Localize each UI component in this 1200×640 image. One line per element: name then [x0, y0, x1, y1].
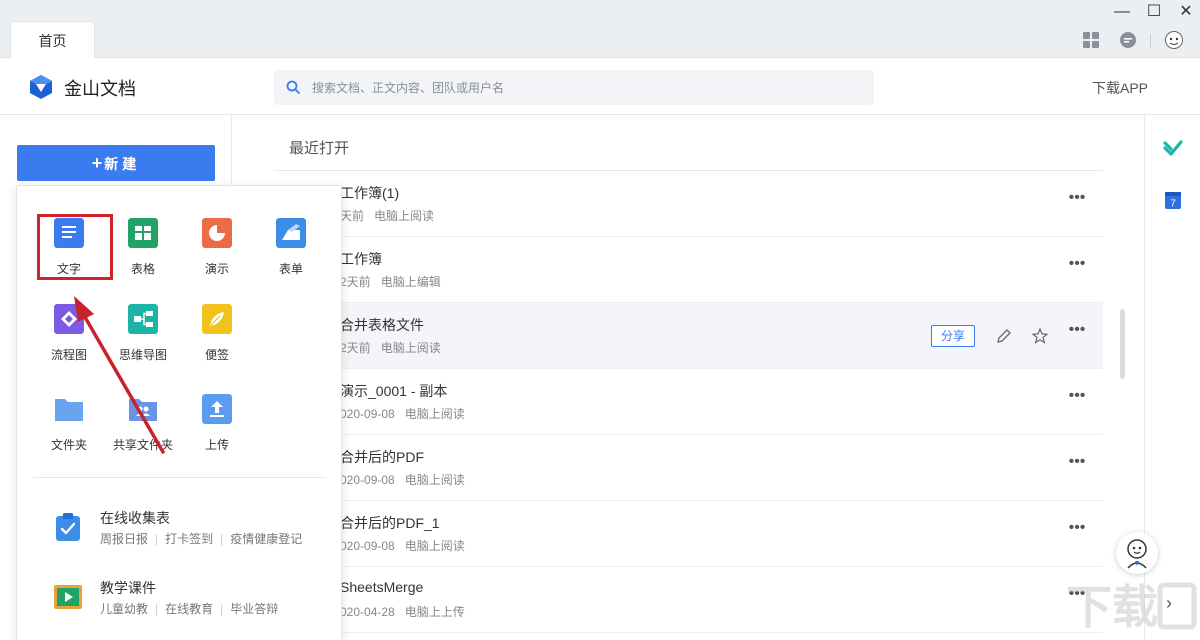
template-subitems: 儿童幼教 | 在线教育 | 毕业答辩: [100, 602, 279, 616]
tile-label: 便签: [204, 348, 229, 362]
share-button[interactable]: 分享: [931, 325, 975, 347]
template-sub-link[interactable]: 在线教育: [165, 602, 213, 616]
download-app-link[interactable]: 下载APP: [1092, 78, 1148, 98]
scrollbar-thumb[interactable]: [1120, 309, 1125, 379]
more-options-button[interactable]: •••: [1067, 520, 1087, 539]
new-form-tile[interactable]: 表单: [251, 218, 331, 298]
courseware-icon: [54, 585, 82, 609]
file-meta: 天前 电脑上阅读: [340, 209, 435, 223]
file-name: 演示_0001 - 副本: [340, 383, 448, 399]
upload-icon: [202, 394, 232, 424]
file-name: 合并表格文件: [340, 317, 424, 333]
file-meta: 020-04-28 电脑上上传: [340, 605, 465, 619]
template-sub-link[interactable]: 毕业答辩: [230, 602, 278, 616]
template-online-form[interactable]: 在线收集表 周报日报 | 打卡签到 | 疫情健康登记: [53, 508, 333, 548]
svg-text:7: 7: [1170, 199, 1176, 210]
more-options-button[interactable]: •••: [1067, 454, 1087, 473]
tile-label: 表格: [130, 262, 155, 276]
upload-tile[interactable]: 上传: [177, 394, 257, 474]
more-options-button[interactable]: •••: [1067, 388, 1087, 407]
tile-label: 演示: [204, 262, 229, 276]
file-meta: 020-09-08 电脑上阅读: [340, 407, 465, 421]
maximize-button[interactable]: ☐: [1142, 2, 1166, 22]
highlight-box: [37, 214, 113, 280]
template-sub-link[interactable]: 周报日报: [100, 532, 148, 546]
star-icon[interactable]: [1031, 327, 1049, 345]
file-meta: 020-09-08 电脑上阅读: [340, 473, 465, 487]
file-name: 工作簿(1): [340, 185, 400, 201]
file-row[interactable]: 工作簿 2天前 电脑上编辑 •••: [274, 237, 1103, 303]
calendar-icon[interactable]: 7: [1162, 189, 1184, 211]
recent-title: 最近打开: [289, 140, 350, 157]
file-meta: 020-09-08 电脑上阅读: [340, 539, 465, 553]
sheet-icon: [128, 218, 158, 248]
more-options-button[interactable]: •••: [1067, 322, 1087, 341]
template-sub-link[interactable]: 打卡签到: [165, 532, 213, 546]
template-subitems: 周报日报 | 打卡签到 | 疫情健康登记: [100, 532, 303, 546]
toolbar-divider: [1150, 34, 1151, 48]
avatar-icon[interactable]: [1164, 30, 1184, 50]
file-row[interactable]: SheetsMerge 020-04-28 电脑上上传 •••: [274, 567, 1103, 633]
file-row[interactable]: 演示_0001 - 副本 020-09-08 电脑上阅读 •••: [274, 369, 1103, 435]
slides-icon: [202, 218, 232, 248]
svg-text:下载: 下载: [1066, 580, 1158, 634]
more-options-button[interactable]: •••: [1067, 190, 1087, 209]
template-title: 在线收集表: [100, 510, 170, 526]
kdocs-logo-icon: [30, 75, 52, 99]
note-icon: [202, 304, 232, 334]
popup-divider: [33, 477, 326, 478]
title-bar: 首页 — ☐ ✕: [0, 0, 1200, 59]
file-meta: 2天前 电脑上编辑: [340, 275, 441, 289]
new-sheet-tile[interactable]: 表格: [103, 218, 183, 298]
minimize-button[interactable]: —: [1110, 2, 1134, 22]
file-name: SheetsMerge: [340, 579, 424, 595]
file-row[interactable]: 合并后的PDF 020-09-08 电脑上阅读 •••: [274, 435, 1103, 501]
template-sub-link[interactable]: 儿童幼教: [100, 602, 148, 616]
search-icon: [286, 80, 301, 95]
tile-label: 表单: [278, 262, 303, 276]
file-row[interactable]: 合并表格文件 2天前 电脑上阅读 分享 •••: [274, 303, 1103, 369]
file-name: 合并后的PDF: [340, 449, 424, 465]
search-input[interactable]: [312, 70, 852, 105]
tab-home[interactable]: 首页: [10, 21, 95, 59]
close-button[interactable]: ✕: [1174, 2, 1198, 22]
file-row[interactable]: 合并后的PDF_1 020-09-08 电脑上阅读 •••: [274, 501, 1103, 567]
new-button[interactable]: + 新建: [17, 145, 215, 181]
template-courseware[interactable]: 教学课件 儿童幼教 | 在线教育 | 毕业答辩: [53, 578, 333, 618]
search-bar[interactable]: [274, 70, 874, 105]
site-watermark-logo: 下载: [1066, 580, 1197, 634]
tile-label: 上传: [204, 438, 229, 452]
brand-name: 金山文档: [64, 79, 136, 99]
new-slides-tile[interactable]: 演示: [177, 218, 257, 298]
assistant-avatar-icon[interactable]: [1116, 532, 1158, 574]
file-row[interactable]: 工作簿(1) 天前 电脑上阅读 •••: [274, 171, 1103, 237]
more-options-button[interactable]: •••: [1067, 256, 1087, 275]
clipboard-icon: [56, 513, 80, 541]
new-note-tile[interactable]: 便签: [177, 304, 257, 384]
file-name: 工作簿: [340, 251, 382, 267]
plus-icon: +: [91, 153, 103, 173]
template-title: 教学课件: [100, 580, 156, 596]
file-meta: 2天前 电脑上阅读: [340, 341, 441, 355]
apps-grid-icon[interactable]: [1081, 30, 1101, 50]
todo-check-icon[interactable]: [1162, 137, 1184, 159]
message-icon[interactable]: [1118, 30, 1138, 50]
app-header: 金山文档 下载APP: [0, 58, 1200, 115]
new-button-label: 新建: [104, 156, 141, 172]
annotation-arrow: [74, 296, 165, 454]
file-name: 合并后的PDF_1: [340, 515, 440, 531]
template-sub-link[interactable]: 疫情健康登记: [230, 532, 302, 546]
main-content: 最近打开 工作簿(1) 天前 电脑上阅读 ••• 工作簿 2天前 电脑上编辑 •••…: [232, 115, 1144, 640]
edit-pencil-icon[interactable]: [995, 327, 1013, 345]
form-icon: [276, 218, 306, 248]
